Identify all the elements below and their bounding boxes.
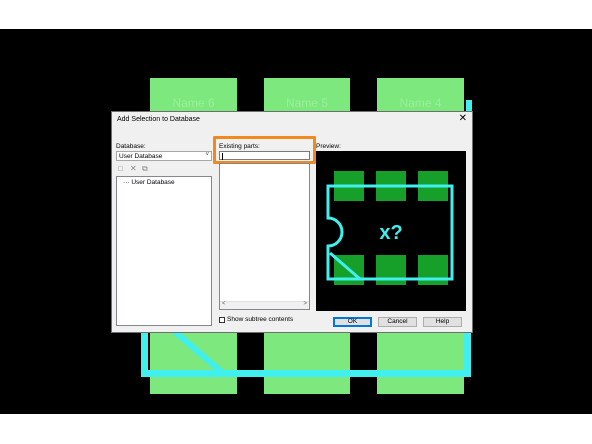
outline-left-bottom — [141, 329, 148, 377]
highlight-box — [213, 136, 316, 164]
tree-connector: ··· — [123, 179, 130, 186]
pin1-diagonal — [172, 329, 227, 378]
pad-bottom-2[interactable] — [264, 329, 350, 394]
pad-bottom-3[interactable] — [377, 329, 464, 394]
show-subtree-checkbox[interactable] — [219, 317, 225, 323]
pad-label: Name 5 — [285, 96, 329, 110]
database-label: Database: — [116, 143, 146, 150]
footprint-preview: x? — [326, 171, 454, 285]
horizontal-scrollbar[interactable]: < > — [220, 301, 309, 309]
existing-parts-list[interactable]: < > — [219, 163, 310, 310]
dialog-title: Add Selection to Database — [117, 116, 200, 123]
pad-top-1[interactable]: Name 6 — [150, 78, 237, 114]
database-tree[interactable]: ··· User Database — [116, 176, 212, 326]
preview-placeholder-text: x? — [379, 222, 402, 244]
chevron-down-icon: ˅ — [205, 152, 209, 158]
database-select-value: User Database — [119, 153, 163, 160]
scroll-right-icon[interactable]: > — [303, 301, 307, 307]
cancel-button[interactable]: Cancel — [378, 317, 417, 327]
tree-item-user-database[interactable]: ··· User Database — [123, 179, 175, 186]
preview-label: Preview: — [316, 143, 341, 150]
copy-icon[interactable]: ⧉ — [142, 164, 148, 174]
help-button[interactable]: Help — [423, 317, 462, 327]
preview-pane: x? — [316, 151, 466, 311]
tree-item-label: User Database — [131, 179, 175, 186]
scroll-left-icon[interactable]: < — [222, 301, 226, 307]
add-selection-dialog: Add Selection to Database ✕ Database: Us… — [111, 111, 473, 333]
pad-top-2[interactable]: Name 5 — [264, 78, 350, 114]
new-folder-icon[interactable]: □ — [118, 164, 123, 173]
pad-top-3[interactable]: Name 4 — [377, 78, 464, 114]
pad-label: Name 4 — [399, 96, 442, 110]
show-subtree-label: Show subtree contents — [227, 316, 294, 323]
ok-button[interactable]: OK — [333, 317, 372, 327]
outline-right-bottom — [464, 329, 471, 377]
close-icon[interactable]: ✕ — [459, 113, 467, 124]
pad-label: Name 6 — [172, 96, 215, 110]
delete-icon[interactable]: ✕ — [130, 164, 137, 173]
database-select[interactable]: User Database ˅ — [116, 151, 212, 161]
